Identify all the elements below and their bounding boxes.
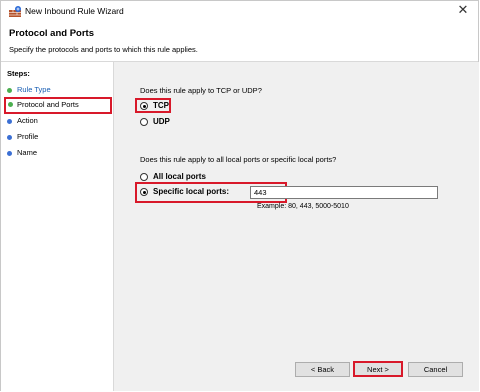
ports-example: Example: 80, 443, 5000-5010 [257,203,349,210]
specific-ports-label[interactable]: Specific local ports: [153,187,229,196]
step-status-icon [8,102,13,107]
step-label: Rule Type [17,85,51,94]
step-profile[interactable]: Profile [7,131,109,143]
specific-ports-input[interactable] [250,186,438,199]
step-action[interactable]: Action [7,115,109,127]
step-rule-type[interactable]: Rule Type [7,84,109,96]
cancel-button[interactable]: Cancel [408,362,463,377]
tcp-label[interactable]: TCP [153,101,169,110]
step-status-icon [7,135,12,140]
all-ports-radio[interactable] [140,173,148,181]
specific-ports-radio[interactable] [140,188,148,196]
step-label: Profile [17,132,39,141]
all-ports-label[interactable]: All local ports [153,172,206,181]
step-label: Name [17,148,38,157]
steps-label: Steps: [7,69,30,78]
page-title: Protocol and Ports [9,28,94,39]
tcp-radio[interactable] [140,102,148,110]
protocol-question: Does this rule apply to TCP or UDP? [140,86,262,95]
page-subtitle: Specify the protocols and ports to which… [9,45,198,54]
step-status-icon [7,88,12,93]
step-status-icon [7,151,12,156]
close-icon[interactable]: ✕ [456,3,470,17]
step-name[interactable]: Name [7,147,109,159]
title-bar: New Inbound Rule Wizard ✕ [1,1,478,21]
back-button[interactable]: < Back [295,362,350,377]
wizard-window: New Inbound Rule Wizard ✕ Protocol and P… [0,0,479,391]
next-button[interactable]: Next > [353,361,403,377]
window-title: New Inbound Rule Wizard [25,6,124,16]
firewall-icon [9,6,21,17]
step-label: Protocol and Ports [17,100,79,109]
ports-question: Does this rule apply to all local ports … [140,155,337,164]
udp-label[interactable]: UDP [153,117,170,126]
step-status-icon [7,119,12,124]
step-protocol-and-ports[interactable]: Protocol and Ports [4,97,112,114]
steps-panel: Steps: Rule Type Protocol and Ports Acti… [1,62,114,391]
step-label: Action [17,116,38,125]
wizard-header: Protocol and Ports Specify the protocols… [1,21,478,62]
udp-radio[interactable] [140,118,148,126]
